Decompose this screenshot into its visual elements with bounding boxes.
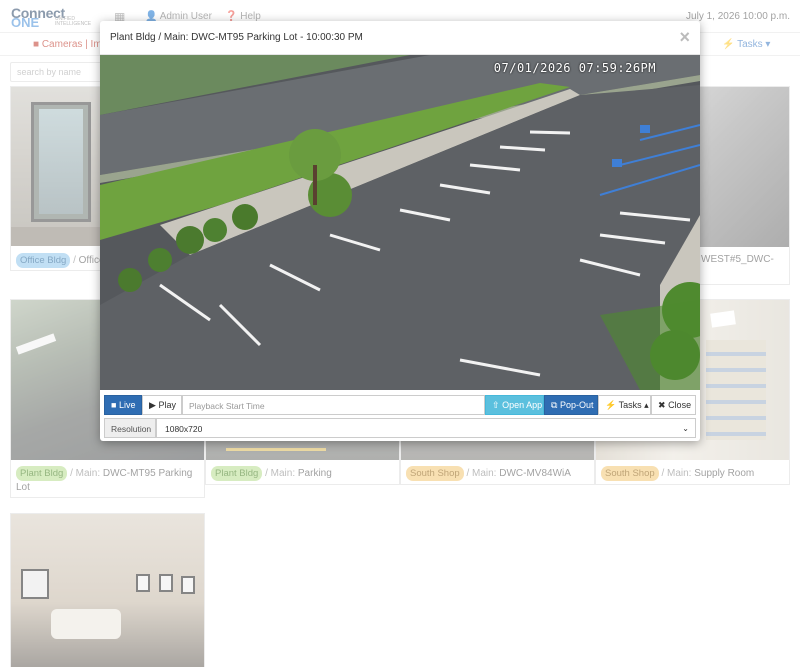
resolution-row: Resolution 1080x720 ⌄ [104,418,696,438]
close-button[interactable]: ✖ Close [651,395,696,415]
times-icon: ✖ [658,400,666,410]
bolt-icon: ⚡ [605,400,617,410]
modal-header: Plant Bldg / Main: DWC-MT95 Parking Lot … [100,21,700,55]
live-button[interactable]: ■ Live [104,395,142,415]
video-camera-icon: ■ [111,400,117,410]
camera-video-feed[interactable]: 07/01/2026 07:59:26PM [100,55,700,390]
open-app-button[interactable]: ⇧ Open App [485,395,544,415]
upload-icon: ⇧ [492,400,500,410]
playback-start-time-input[interactable]: Playback Start Time [182,395,485,415]
camera-modal: Plant Bldg / Main: DWC-MT95 Parking Lot … [100,21,700,441]
modal-title: Plant Bldg / Main: DWC-MT95 Parking Lot … [110,32,363,43]
external-link-icon: ⧉ [551,400,558,410]
play-icon: ▶ [149,400,156,410]
chevron-down-icon: ⌄ [682,424,689,433]
resolution-select[interactable]: 1080x720 ⌄ [156,418,696,438]
parking-lot-scene [100,55,700,390]
close-icon[interactable]: × [679,27,690,48]
resolution-label: Resolution [104,418,156,438]
tasks-dropdown-button[interactable]: ⚡ Tasks ▴ [598,395,651,415]
player-controls: ■ Live ▶ Play Playback Start Time ⇧ Open… [104,395,696,415]
pop-out-button[interactable]: ⧉ Pop-Out [544,395,598,415]
play-button[interactable]: ▶ Play [142,395,182,415]
caret-up-icon: ▴ [644,400,649,410]
video-timestamp: 07/01/2026 07:59:26PM [493,61,656,75]
